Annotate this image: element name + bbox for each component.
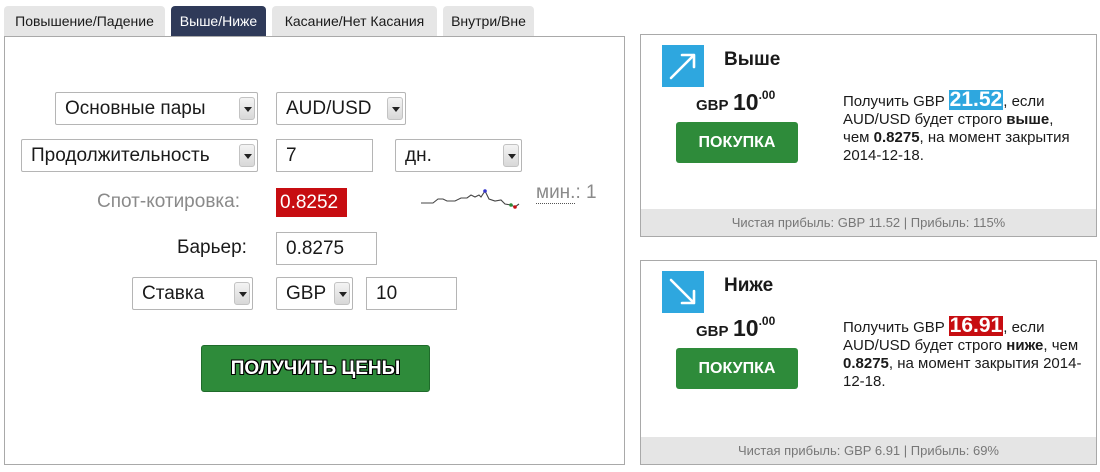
tab-touch-no-touch[interactable]: Касание/Нет Касания [272, 6, 437, 36]
chevron-down-icon [387, 97, 403, 120]
currency-select-value: GBP [286, 283, 327, 304]
get-prices-button[interactable]: ПОЛУЧИТЬ ЦЕНЫ [201, 345, 430, 392]
duration-min-value: : 1 [575, 182, 597, 203]
profit-footer: Чистая прибыль: GBP 11.52 | Прибыль: 115… [641, 209, 1096, 236]
underlying-select[interactable]: AUD/USD [276, 92, 406, 125]
desc-barrier: 0.8275 [843, 355, 889, 372]
duration-type-value: Продолжительность [31, 145, 210, 166]
chevron-down-icon [503, 144, 519, 167]
trade-form-panel: Основные пары AUD/USD Продолжительность … [4, 36, 625, 465]
barrier-input[interactable]: 0.8275 [276, 232, 377, 265]
market-select[interactable]: Основные пары [55, 92, 258, 125]
stake-decimals: .00 [758, 314, 776, 328]
duration-unit-value: дн. [405, 145, 432, 166]
contract-title: Выше [724, 49, 781, 70]
contract-card-higher: Выше GBP 10.00 ПОКУПКА Получить GBP 21.5… [640, 34, 1097, 237]
underlying-select-value: AUD/USD [286, 98, 372, 119]
spot-sparkline [421, 189, 520, 209]
stake-decimals: .00 [758, 88, 776, 102]
tab-rise-fall[interactable]: Повышение/Падение [4, 6, 165, 36]
desc-barrier: 0.8275 [873, 129, 920, 146]
barrier-label: Барьер: [177, 237, 247, 258]
payout-value: 21.52 [948, 88, 1004, 111]
desc-than: , чем [1043, 337, 1079, 354]
buy-button[interactable]: ПОКУПКА [676, 348, 798, 389]
desc-prefix: Получить GBP [843, 93, 945, 110]
desc-direction: выше [1006, 111, 1050, 128]
stake-amount: GBP 10.00 [696, 314, 776, 342]
contract-card-lower: Ниже GBP 10.00 ПОКУПКА Получить GBP 16.9… [640, 260, 1097, 465]
chevron-down-icon [334, 282, 350, 305]
stake-currency: GBP [696, 323, 729, 340]
stake-currency: GBP [696, 97, 729, 114]
desc-direction: ниже [1006, 337, 1044, 354]
chevron-down-icon [239, 97, 255, 120]
desc-prefix: Получить GBP [843, 319, 945, 336]
spot-label: Спот-котировка: [97, 191, 240, 212]
contract-description: Получить GBP 16.91, если AUD/USD будет с… [843, 314, 1083, 391]
amount-input[interactable]: 10 [366, 277, 457, 310]
arrow-down-right-icon [662, 271, 704, 313]
payout-value: 16.91 [948, 314, 1004, 337]
tab-in-out[interactable]: Внутри/Вне [443, 6, 534, 36]
contract-title: Ниже [724, 275, 774, 296]
amount-type-select[interactable]: Ставка [132, 277, 253, 310]
amount-type-value: Ставка [142, 283, 205, 304]
stake-value: 10 [732, 89, 759, 115]
duration-input[interactable]: 7 [276, 139, 373, 172]
contract-description: Получить GBP 21.52, если AUD/USD будет с… [843, 88, 1083, 165]
chevron-down-icon [234, 282, 250, 305]
chevron-down-icon [239, 144, 255, 167]
market-select-value: Основные пары [65, 98, 206, 119]
spot-value: 0.8252 [276, 188, 347, 217]
duration-type-select[interactable]: Продолжительность [21, 139, 258, 172]
currency-select[interactable]: GBP [276, 277, 353, 310]
profit-footer: Чистая прибыль: GBP 6.91 | Прибыль: 69% [641, 437, 1096, 464]
stake-value: 10 [732, 315, 759, 341]
arrow-up-right-icon [662, 45, 704, 87]
duration-minimum-hint: мин.: 1 [536, 182, 597, 204]
buy-button[interactable]: ПОКУПКА [676, 122, 798, 163]
duration-min-label: мин. [536, 182, 576, 204]
tab-higher-lower[interactable]: Выше/Ниже [171, 6, 266, 36]
stake-amount: GBP 10.00 [696, 88, 776, 116]
duration-unit-select[interactable]: дн. [395, 139, 522, 172]
